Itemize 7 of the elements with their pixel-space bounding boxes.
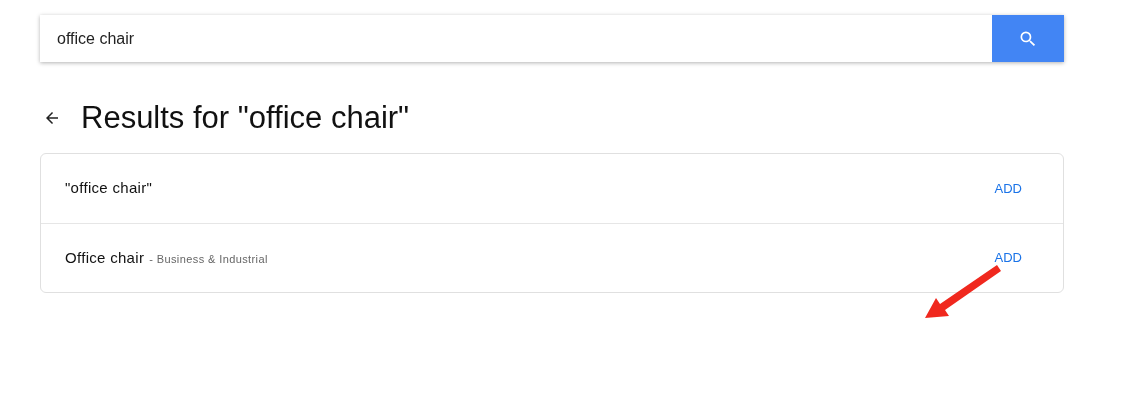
add-button[interactable]: ADD — [994, 178, 1022, 199]
result-category: - Business & Industrial — [149, 251, 268, 267]
result-title: Office chair — [65, 247, 145, 268]
add-button[interactable]: ADD — [994, 248, 1022, 268]
results-heading: Results for "office chair" — [81, 98, 410, 137]
result-title: "office chair" — [65, 178, 153, 199]
search-field[interactable]: office chair — [40, 15, 992, 62]
